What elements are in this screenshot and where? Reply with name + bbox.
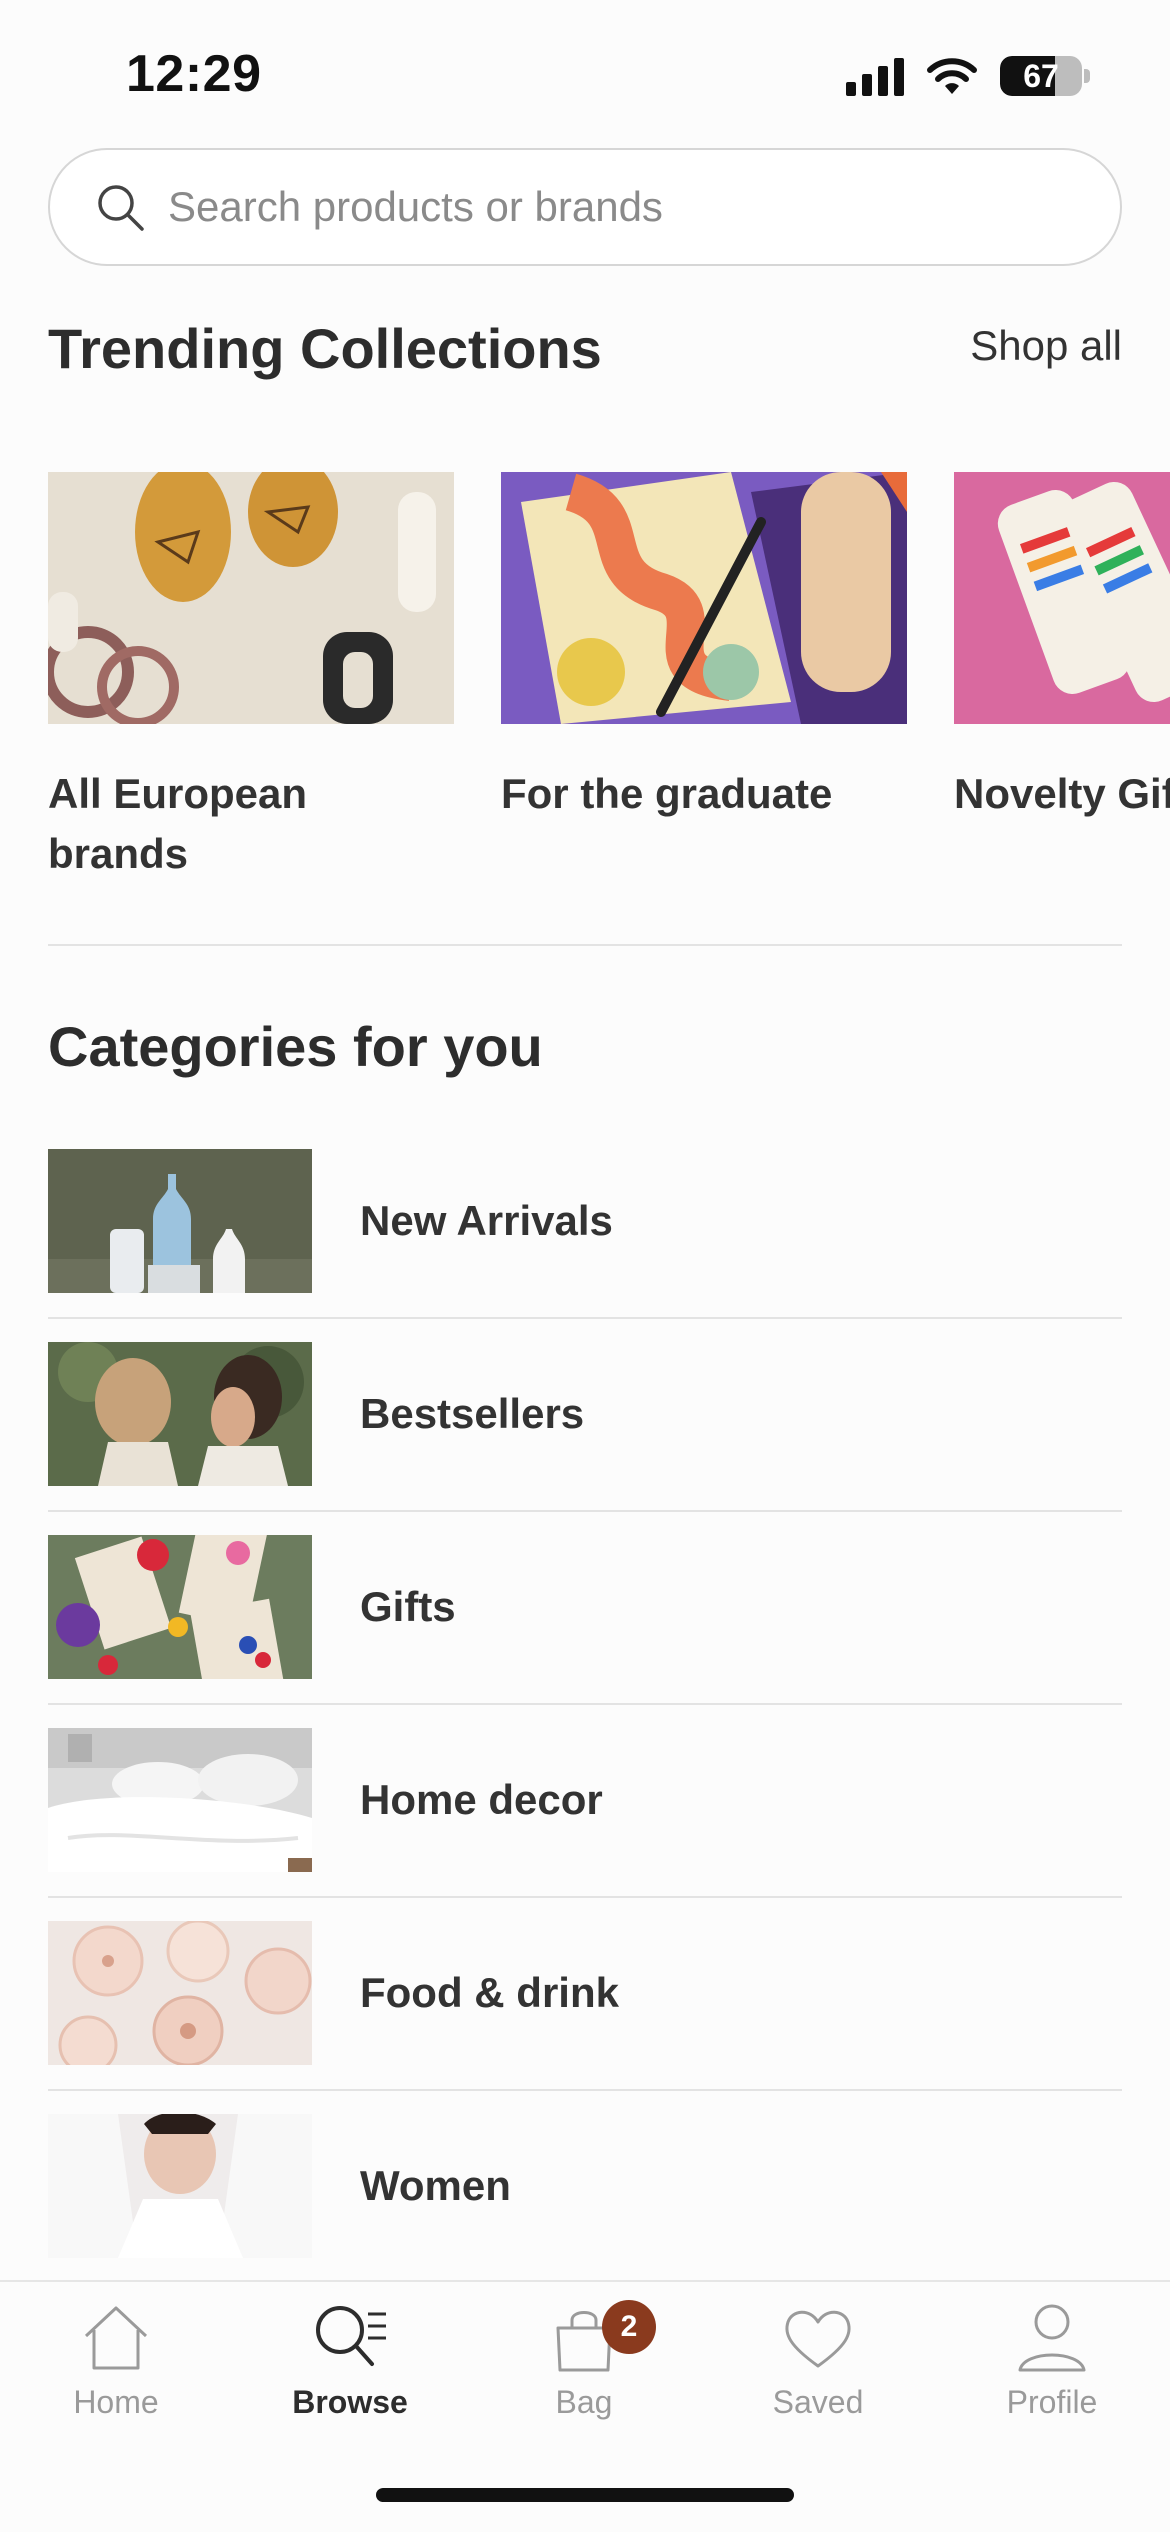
shop-all-link[interactable]: Shop all xyxy=(970,322,1122,370)
tab-profile[interactable]: Profile xyxy=(952,2300,1152,2421)
category-label: Food & drink xyxy=(360,1969,619,2016)
trending-collections-carousel[interactable]: All European brands For the graduate Nov… xyxy=(48,472,1170,892)
status-time: 12:29 xyxy=(126,45,262,103)
category-image-gifts xyxy=(48,1535,312,1679)
tab-browse[interactable]: Browse xyxy=(250,2300,450,2421)
categories-title: Categories for you xyxy=(48,1015,543,1078)
collection-label: All European brands xyxy=(48,770,308,877)
tab-home[interactable]: Home xyxy=(16,2300,216,2421)
tab-label: Bag xyxy=(555,2384,613,2420)
tab-saved[interactable]: Saved xyxy=(718,2300,918,2421)
tab-label: Home xyxy=(73,2384,159,2420)
category-row-food-drink[interactable]: Food & drink xyxy=(48,1921,1122,2114)
collection-label: For the graduate xyxy=(501,770,833,817)
row-divider xyxy=(48,1317,1122,1319)
collection-image-european-brands xyxy=(48,472,454,724)
status-icons: 67 xyxy=(846,54,1090,98)
category-row-bestsellers[interactable]: Bestsellers xyxy=(48,1342,1122,1535)
category-row-new-arrivals[interactable]: New Arrivals xyxy=(48,1149,1122,1342)
category-label: Women xyxy=(360,2162,511,2209)
tab-label: Profile xyxy=(1006,2384,1098,2420)
category-image-home-decor xyxy=(48,1728,312,1872)
row-divider xyxy=(48,1510,1122,1512)
heart-icon xyxy=(785,2310,851,2368)
category-row-home-decor[interactable]: Home decor xyxy=(48,1728,1122,1921)
row-divider xyxy=(48,1896,1122,1898)
section-divider xyxy=(48,944,1122,946)
category-row-women[interactable]: Women xyxy=(48,2114,1122,2307)
home-icon xyxy=(84,2306,148,2370)
category-row-gifts[interactable]: Gifts xyxy=(48,1535,1122,1728)
category-image-new-arrivals xyxy=(48,1149,312,1293)
browse-search-icon xyxy=(316,2306,386,2366)
category-image-women xyxy=(48,2114,312,2258)
category-label: Home decor xyxy=(360,1776,603,1823)
collection-image-graduate xyxy=(501,472,907,724)
collection-image-novelty-gifts xyxy=(954,472,1170,724)
battery-icon: 67 xyxy=(1000,56,1082,96)
bag-count-badge: 2 xyxy=(602,2300,656,2354)
search-icon xyxy=(98,185,144,231)
collection-card-novelty-gifts[interactable]: Novelty Gifts xyxy=(954,472,1170,824)
tab-bag[interactable]: 2 Bag xyxy=(484,2300,684,2421)
home-indicator xyxy=(376,2488,794,2502)
trending-collections-title: Trending Collections xyxy=(48,317,602,380)
category-image-food-drink xyxy=(48,1921,312,2065)
tab-label: Browse xyxy=(292,2384,408,2420)
row-divider xyxy=(48,2089,1122,2091)
profile-icon xyxy=(1018,2304,1086,2372)
category-image-bestsellers xyxy=(48,1342,312,1486)
collection-label: Novelty Gifts xyxy=(954,770,1170,817)
battery-level: 67 xyxy=(1023,57,1059,94)
category-label: Bestsellers xyxy=(360,1390,585,1437)
tab-label: Saved xyxy=(772,2384,864,2420)
row-divider xyxy=(48,1703,1122,1705)
wifi-icon xyxy=(927,58,977,94)
collection-card-european-brands[interactable]: All European brands xyxy=(48,472,454,884)
search-placeholder: Search products or brands xyxy=(168,183,663,230)
collection-card-graduate[interactable]: For the graduate xyxy=(501,472,907,824)
cellular-signal-icon xyxy=(846,56,904,96)
category-label: New Arrivals xyxy=(360,1197,613,1244)
status-bar: 12:29 67 xyxy=(0,0,1170,140)
category-label: Gifts xyxy=(360,1583,456,1630)
search-input[interactable]: Search products or brands xyxy=(48,148,1122,266)
